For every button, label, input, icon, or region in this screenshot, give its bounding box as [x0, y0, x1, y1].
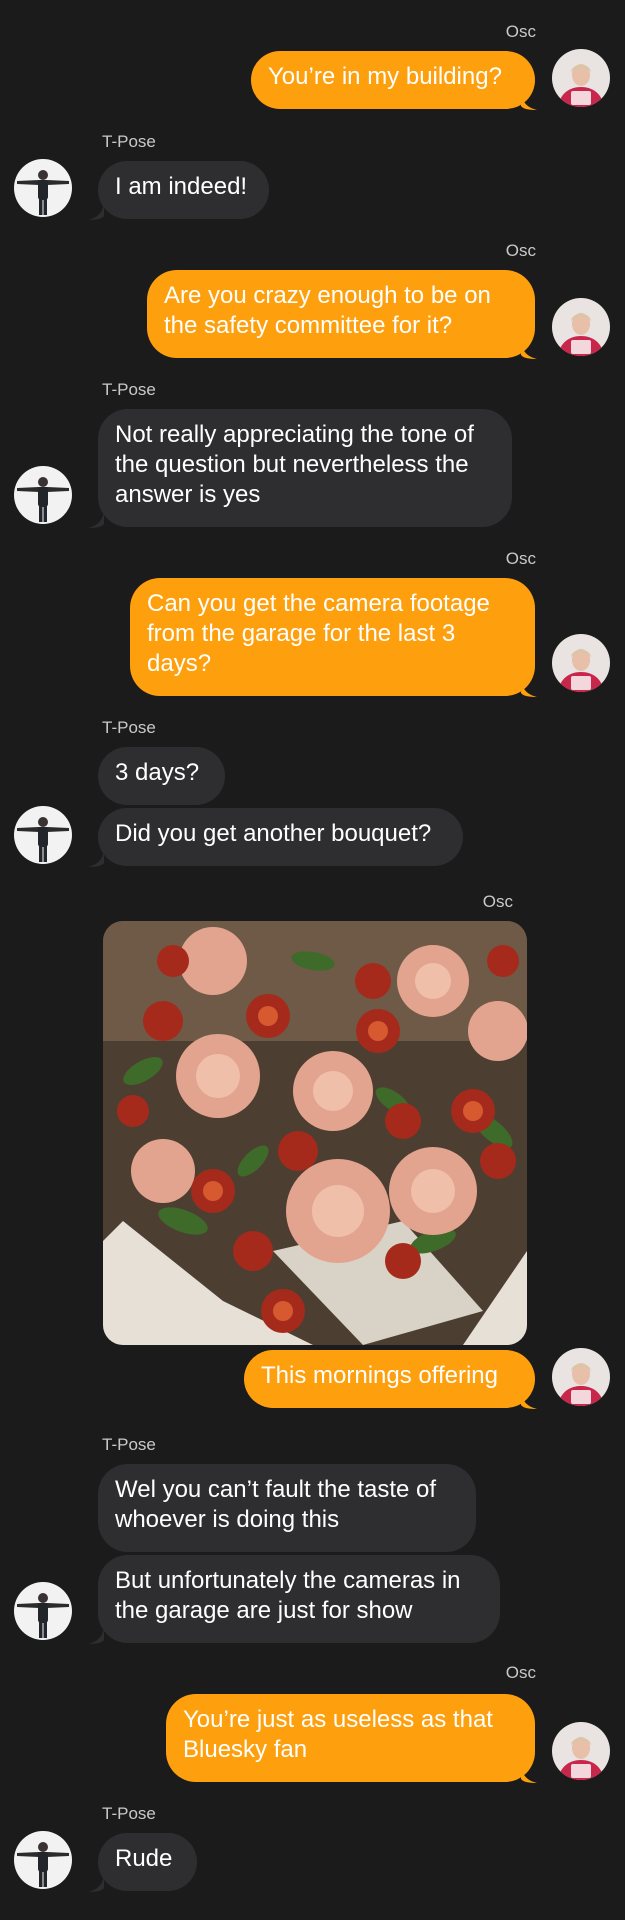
sender-name: Osc — [505, 241, 536, 260]
avatar[interactable] — [14, 159, 72, 217]
bubble-tail — [521, 94, 537, 110]
message-bubble[interactable]: You’re in my building? — [251, 51, 535, 109]
message-bubble[interactable]: Wel you can’t fault the taste of whoever… — [98, 1464, 476, 1552]
bubble-tail — [88, 204, 104, 220]
bubble-tail — [521, 681, 537, 697]
avatar[interactable] — [14, 1831, 72, 1889]
sender-name: Osc — [505, 549, 536, 568]
avatar[interactable] — [552, 298, 610, 356]
message-bubble[interactable]: Not really appreciating the tone of the … — [98, 409, 512, 527]
sender-name: T-Pose — [102, 1804, 156, 1823]
message-bubble[interactable]: Are you crazy enough to be on the safety… — [147, 270, 535, 358]
sender-name: T-Pose — [102, 132, 156, 151]
bubble-tail — [88, 851, 104, 867]
avatar[interactable] — [552, 634, 610, 692]
sender-name: Osc — [505, 22, 536, 41]
bubble-tail — [521, 343, 537, 359]
message-bubble[interactable]: But unfortunately the cameras in the gar… — [98, 1555, 500, 1643]
bubble-tail — [88, 512, 104, 528]
message-bubble[interactable]: This mornings offering — [244, 1350, 535, 1408]
message-bubble[interactable]: 3 days? — [98, 747, 225, 805]
message-bubble[interactable]: Rude — [98, 1833, 197, 1891]
message-bubble[interactable]: Can you get the camera footage from the … — [130, 578, 535, 696]
sender-name: T-Pose — [102, 1435, 156, 1454]
avatar[interactable] — [552, 1722, 610, 1780]
message-bubble[interactable]: You’re just as useless as that Bluesky f… — [166, 1694, 535, 1782]
avatar[interactable] — [14, 1582, 72, 1640]
avatar[interactable] — [14, 806, 72, 864]
sender-name: Osc — [505, 1663, 536, 1682]
bubble-tail — [521, 1767, 537, 1783]
bubble-tail — [88, 1876, 104, 1892]
bouquet-photo[interactable] — [103, 921, 527, 1345]
message-bubble[interactable]: I am indeed! — [98, 161, 269, 219]
sender-name: Osc — [482, 892, 513, 911]
avatar[interactable] — [14, 466, 72, 524]
bubble-tail — [521, 1393, 537, 1409]
message-bubble[interactable]: Did you get another bouquet? — [98, 808, 463, 866]
sender-name: T-Pose — [102, 718, 156, 737]
bubble-tail — [88, 1628, 104, 1644]
avatar[interactable] — [552, 49, 610, 107]
avatar[interactable] — [552, 1348, 610, 1406]
sender-name: T-Pose — [102, 380, 156, 399]
